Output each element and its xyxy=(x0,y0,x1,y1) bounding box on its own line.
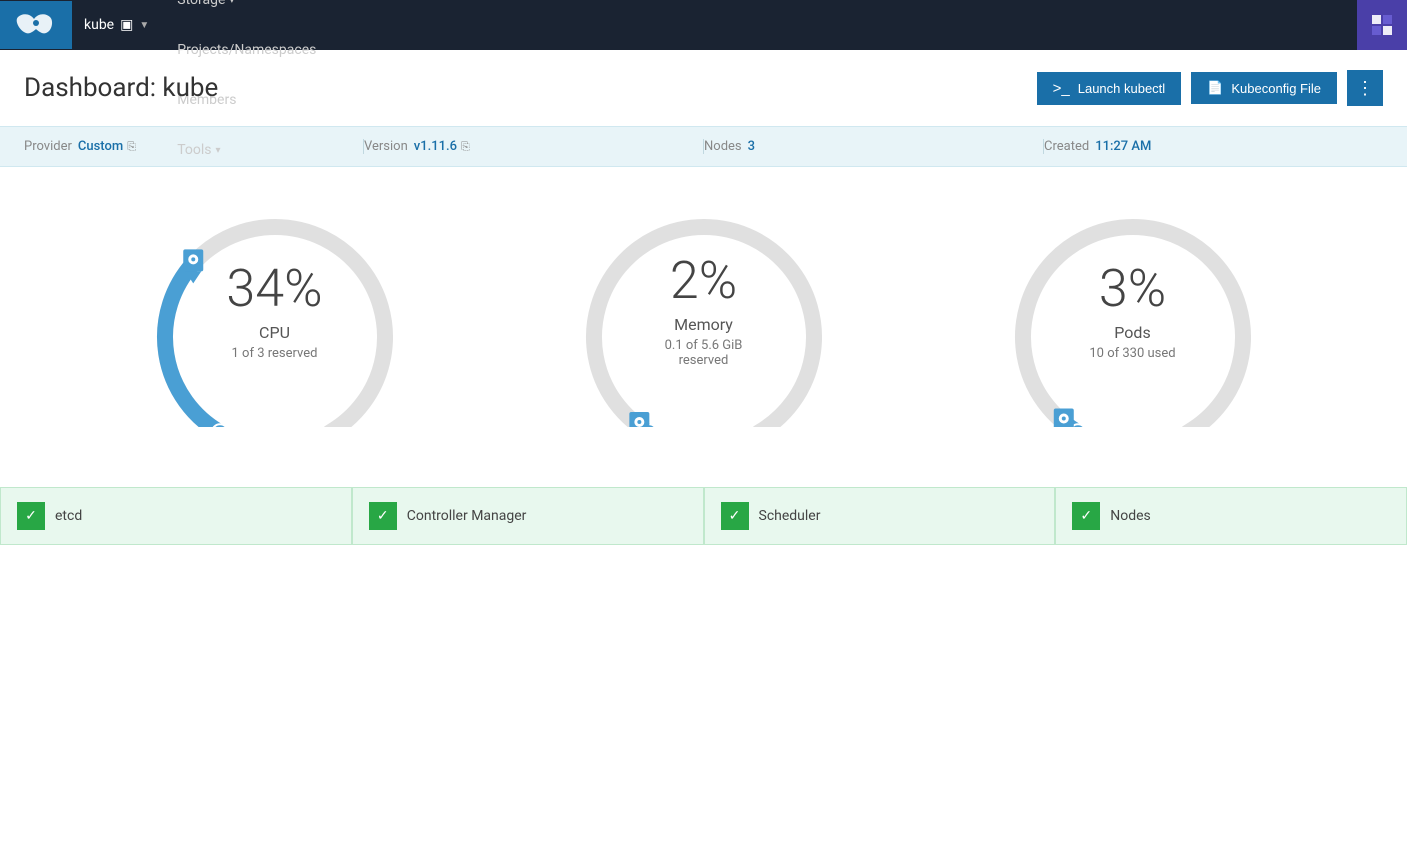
provider-info: Provider Custom ⎘ xyxy=(24,139,364,154)
created-value: 11:27 AM xyxy=(1095,139,1151,154)
gauge-memory: 2% Memory 0.1 of 5.6 GiB reserved xyxy=(554,207,854,427)
gauges-section: 34% CPU 1 of 3 reserved xyxy=(0,167,1407,467)
kube-icon: ▣ xyxy=(120,17,133,33)
check-icon-etcd: ✓ xyxy=(17,502,45,530)
gauge-label-pods: Pods xyxy=(1089,323,1175,342)
apps-grid-icon xyxy=(1370,13,1394,37)
gauge-sublabel-memory: 0.1 of 5.6 GiB reserved xyxy=(639,338,769,368)
version-info: Version v1.11.6 ⎘ xyxy=(364,139,704,154)
gauge-center-pods: 3% Pods 10 of 330 used xyxy=(1089,263,1175,361)
status-label-scheduler: Scheduler xyxy=(759,508,821,524)
kube-label: kube xyxy=(84,17,114,33)
status-label-etcd: etcd xyxy=(55,508,82,524)
gauge-percent-memory: 2% xyxy=(639,255,769,307)
nav-right xyxy=(1357,0,1407,50)
created-info: Created 11:27 AM xyxy=(1044,139,1383,154)
logo xyxy=(0,1,72,49)
version-value: v1.11.6 ⎘ xyxy=(414,139,470,154)
provider-value: Custom ⎘ xyxy=(78,139,136,154)
nav-item-storage[interactable]: Storage ▾ xyxy=(161,0,332,25)
status-label-controller-manager: Controller Manager xyxy=(407,508,527,524)
more-options-button[interactable]: ⋮ xyxy=(1347,70,1383,106)
gauge-label-cpu: CPU xyxy=(226,323,322,342)
terminal-icon: >_ xyxy=(1053,80,1070,97)
status-item-scheduler: ✓ Scheduler xyxy=(704,487,1056,545)
launch-kubectl-button[interactable]: >_ Launch kubectl xyxy=(1037,72,1182,105)
page-title: Dashboard: kube xyxy=(24,73,218,103)
status-item-etcd: ✓ etcd xyxy=(0,487,352,545)
header-actions: >_ Launch kubectl 📄 Kubeconfig File ⋮ xyxy=(1037,70,1383,106)
file-icon: 📄 xyxy=(1207,80,1223,96)
rancher-logo-icon xyxy=(12,9,60,41)
check-icon-controller-manager: ✓ xyxy=(369,502,397,530)
copy-version-icon[interactable]: ⎘ xyxy=(461,140,470,154)
nodes-value: 3 xyxy=(748,139,755,154)
gauge-percent-cpu: 34% xyxy=(226,263,322,315)
kubeconfig-button[interactable]: 📄 Kubeconfig File xyxy=(1191,72,1337,104)
status-bar: ✓ etcd ✓ Controller Manager ✓ Scheduler … xyxy=(0,487,1407,545)
nodes-info: Nodes 3 xyxy=(704,139,1044,154)
gauge-svg-wrap-cpu: 34% CPU 1 of 3 reserved xyxy=(145,207,405,427)
status-item-nodes: ✓ Nodes xyxy=(1055,487,1407,545)
gauge-svg-wrap-memory: 2% Memory 0.1 of 5.6 GiB reserved xyxy=(574,207,834,427)
gauge-center-memory: 2% Memory 0.1 of 5.6 GiB reserved xyxy=(639,255,769,368)
copy-provider-icon[interactable]: ⎘ xyxy=(127,140,136,154)
gauge-center-cpu: 34% CPU 1 of 3 reserved xyxy=(226,263,322,361)
gauge-pods: 3% Pods 10 of 330 used xyxy=(983,207,1283,427)
nav-item-projects[interactable]: Projects/Namespaces xyxy=(161,25,332,75)
gauge-svg-wrap-pods: 3% Pods 10 of 330 used xyxy=(1003,207,1263,427)
gauge-sublabel-pods: 10 of 330 used xyxy=(1089,346,1175,361)
gauge-cpu: 34% CPU 1 of 3 reserved xyxy=(125,207,425,427)
kube-chevron-icon: ▼ xyxy=(139,20,149,31)
check-icon-nodes: ✓ xyxy=(1072,502,1100,530)
grid-icon[interactable] xyxy=(1357,0,1407,50)
gauge-label-memory: Memory xyxy=(639,315,769,334)
gauge-sublabel-cpu: 1 of 3 reserved xyxy=(226,346,322,361)
check-icon-scheduler: ✓ xyxy=(721,502,749,530)
status-item-controller-manager: ✓ Controller Manager xyxy=(352,487,704,545)
chevron-icon: ▾ xyxy=(229,0,234,6)
kube-selector[interactable]: kube ▣ ▼ xyxy=(72,17,161,33)
status-label-nodes: Nodes xyxy=(1110,508,1151,524)
navbar: kube ▣ ▼ ClusterNodesStorage ▾Projects/N… xyxy=(0,0,1407,50)
gauge-percent-pods: 3% xyxy=(1089,263,1175,315)
